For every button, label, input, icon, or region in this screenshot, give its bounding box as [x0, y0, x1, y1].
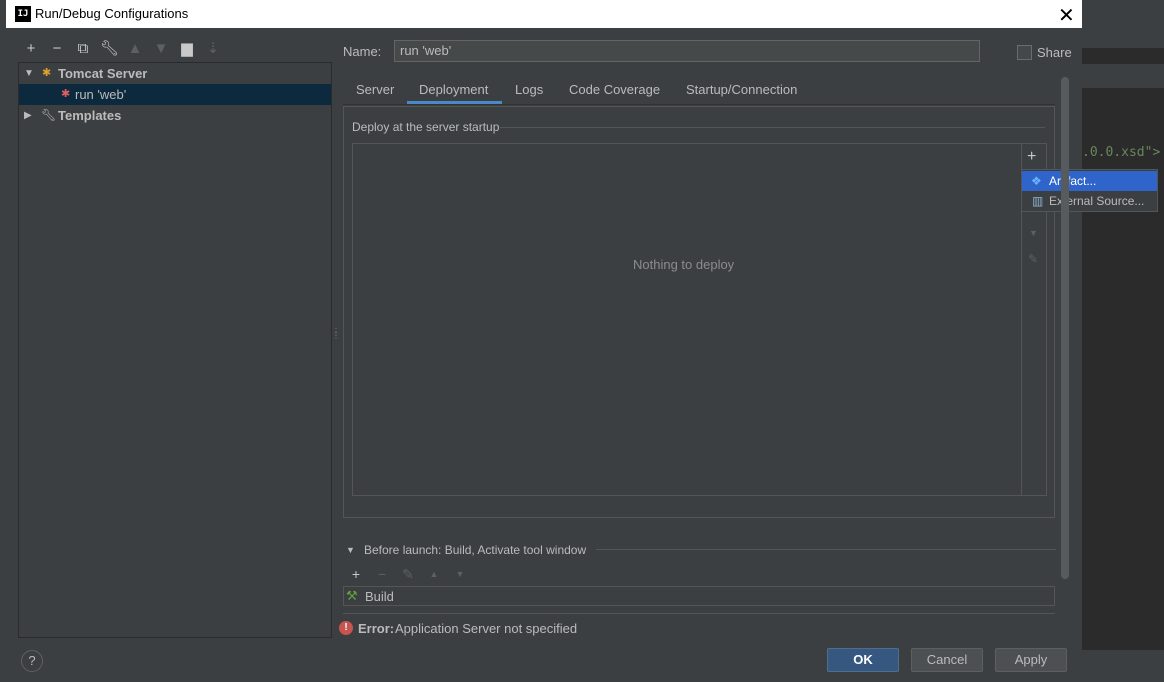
remove-icon[interactable]: −	[374, 566, 390, 582]
ide-editor-background	[1082, 0, 1164, 682]
share-checkbox[interactable]	[1017, 45, 1032, 60]
close-icon[interactable]: ✕	[1058, 3, 1075, 28]
add-deploy-popup: ❖ Artifact... ▥ External Source...	[1021, 169, 1158, 212]
splitter-handle[interactable]: ⋮ ⋮	[332, 328, 340, 344]
error-icon: !	[339, 621, 353, 635]
move-down-icon[interactable]: ▼	[1029, 228, 1038, 238]
tree-item-label: run 'web'	[75, 87, 127, 102]
section-divider	[500, 127, 1045, 128]
tab-code-coverage[interactable]: Code Coverage	[569, 82, 660, 97]
ide-code-snippet: .0.0.xsd">	[1082, 145, 1161, 160]
wrench-icon: 🔧︎	[41, 108, 57, 122]
footer-divider	[343, 613, 1055, 614]
expand-down-icon[interactable]: ▼	[24, 63, 34, 84]
name-field[interactable]: run 'web'	[394, 40, 980, 62]
tree-item-templates[interactable]: ▶ 🔧︎ Templates	[19, 105, 331, 126]
artifact-icon: ❖	[1031, 174, 1042, 188]
tab-logs[interactable]: Logs	[515, 82, 543, 97]
before-launch-item[interactable]: ⚒	[343, 586, 1055, 606]
popup-item-label: Artifact...	[1049, 174, 1097, 188]
scrollbar[interactable]	[1061, 77, 1069, 579]
move-down-icon[interactable]: ▼	[452, 566, 468, 582]
apply-button[interactable]: Apply	[995, 648, 1067, 672]
dialog-title: Run/Debug Configurations	[35, 6, 189, 21]
configuration-tree: ▼ ✱ Tomcat Server ✱ run 'web' ▶ 🔧︎ Templ…	[18, 62, 332, 638]
expand-right-icon[interactable]: ▶	[24, 105, 32, 126]
empty-deploy-text: Nothing to deploy	[633, 257, 735, 272]
share-label[interactable]: Share	[1037, 45, 1072, 60]
tomcat-icon: ✱	[42, 67, 52, 79]
cancel-button[interactable]: Cancel	[911, 648, 983, 672]
ide-tabbar	[1082, 64, 1164, 88]
popup-item-external-source[interactable]: ▥ External Source...	[1022, 191, 1157, 211]
run-config-icon: ✱	[61, 88, 71, 100]
before-launch-label: Before launch: Build, Activate tool wind…	[364, 543, 587, 557]
remove-icon[interactable]: −	[48, 40, 66, 58]
hammer-icon: ⚒	[346, 588, 358, 603]
tabs-divider	[343, 104, 1055, 105]
error-label: Error:	[358, 621, 395, 636]
edit-icon[interactable]: ✎	[1028, 252, 1038, 266]
add-icon[interactable]: +	[1027, 148, 1036, 166]
collapse-icon[interactable]: ▼	[346, 545, 355, 555]
ok-button[interactable]: OK	[827, 648, 899, 672]
before-launch-item-label: Build	[365, 589, 394, 604]
tree-item-tomcat-server[interactable]: ▼ ✱ Tomcat Server	[19, 63, 331, 84]
edit-icon[interactable]: ✎	[400, 566, 416, 582]
tab-startup-connection[interactable]: Startup/Connection	[686, 82, 797, 97]
ide-toolbar	[1082, 0, 1164, 48]
popup-item-artifact[interactable]: ❖ Artifact...	[1022, 171, 1157, 191]
ide-statusbar	[1082, 650, 1164, 682]
tab-deployment[interactable]: Deployment	[419, 82, 488, 97]
add-icon[interactable]: +	[348, 566, 364, 582]
sort-icon[interactable]: ⇣	[204, 40, 222, 58]
section-divider	[596, 549, 1056, 550]
tree-item-run-web[interactable]: ✱ run 'web'	[19, 84, 331, 105]
error-message: Application Server not specified	[395, 621, 578, 636]
external-source-icon: ▥	[1032, 194, 1044, 208]
deploy-section-label: Deploy at the server startup	[352, 120, 500, 134]
move-up-icon[interactable]: ▲	[126, 40, 144, 58]
tab-server[interactable]: Server	[356, 82, 394, 97]
move-up-icon[interactable]: ▲	[426, 566, 442, 582]
help-button[interactable]: ?	[21, 650, 43, 672]
wrench-icon[interactable]: 🔧︎	[100, 40, 119, 58]
name-label: Name:	[343, 44, 382, 59]
dialog-titlebar: IJ Run/Debug Configurations ✕	[6, 0, 1082, 28]
deploy-list[interactable]	[352, 143, 1022, 496]
move-down-icon[interactable]: ▼	[152, 40, 170, 58]
app-icon: IJ	[15, 6, 31, 22]
tree-item-label: Templates	[58, 108, 122, 123]
copy-icon[interactable]: ⧉	[74, 40, 92, 58]
tree-item-label: Tomcat Server	[58, 66, 148, 81]
add-icon[interactable]: +	[22, 40, 40, 58]
folder-icon[interactable]: ▆	[178, 40, 196, 58]
